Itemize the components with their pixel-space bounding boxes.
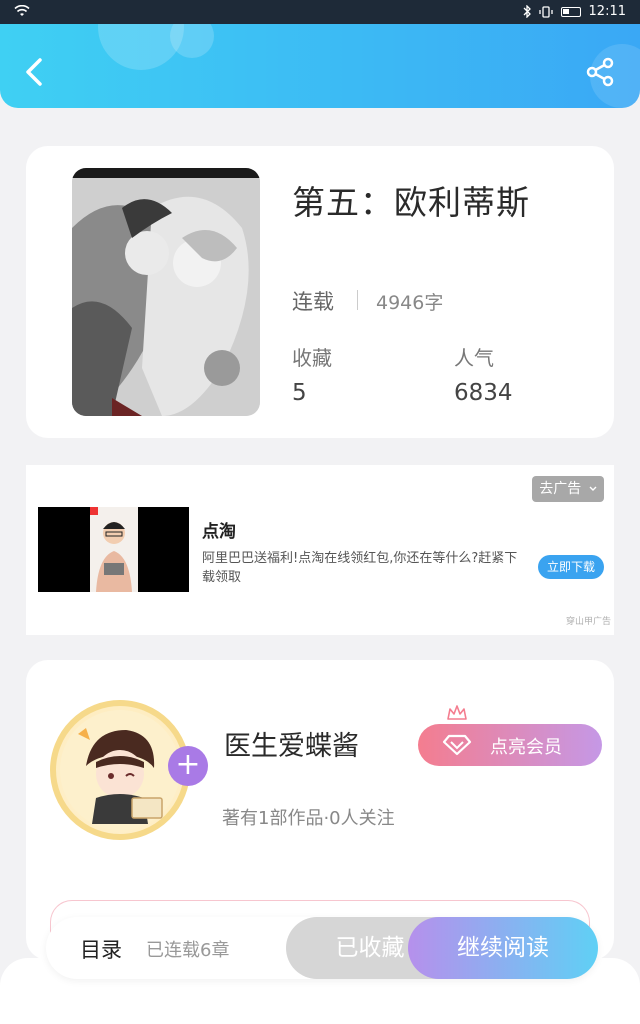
vip-button-label: 点亮会员 [490, 737, 562, 758]
status-time: 12:11 [588, 4, 626, 19]
toc-button[interactable]: 目录 [80, 934, 122, 964]
chapter-count: 已连载6章 [146, 940, 230, 961]
avatar-illustration [60, 710, 180, 830]
favorites-value: 5 [292, 380, 307, 406]
book-info-card: 第五：欧利蒂斯 连载 4946字 收藏 5 人气 6834 [26, 146, 614, 438]
vibrate-icon [538, 5, 553, 18]
status-bar: 12:11 [0, 0, 640, 24]
book-cover-image[interactable] [72, 168, 260, 416]
book-title: 第五：欧利蒂斯 [292, 183, 530, 222]
favorites-label: 收藏 [292, 346, 332, 370]
crown-icon [447, 705, 467, 720]
popularity-value: 6834 [454, 380, 513, 406]
divider [357, 290, 358, 310]
share-icon [586, 57, 614, 87]
author-stats: 著有1部作品·0人关注 [222, 808, 395, 829]
ad-video-frame [90, 507, 138, 592]
word-count: 4946字 [376, 292, 444, 314]
ad-banner[interactable]: 去广告 点淘 阿里巴巴送福利!点淘在线领红包,你还在等什么?赶紧下载领取 立即下… [26, 465, 614, 635]
chevron-down-icon [589, 486, 597, 491]
wifi-icon [14, 5, 30, 16]
follow-button[interactable]: + [168, 746, 208, 786]
header-bar [0, 24, 640, 108]
author-avatar[interactable]: + [50, 700, 208, 840]
bottom-action-bar: 目录 已连载6章 已收藏 继续阅读 [46, 917, 598, 979]
popularity-label: 人气 [454, 346, 494, 370]
chevron-left-icon [26, 58, 42, 86]
bluetooth-icon [523, 5, 531, 18]
author-card: + 医生爱蝶酱 著有1部作品·0人关注 点亮会员 [26, 660, 614, 960]
battery-icon [560, 6, 581, 17]
vip-button[interactable]: 点亮会员 [418, 705, 602, 766]
serial-status: 连载 [292, 290, 334, 314]
cover-illustration [72, 168, 260, 416]
ad-video-thumbnail[interactable] [38, 507, 189, 592]
plus-icon: + [175, 747, 201, 782]
ad-description: 阿里巴巴送福利!点淘在线领红包,你还在等什么?赶紧下载领取 [202, 551, 518, 585]
decor-bubble [170, 24, 214, 58]
ad-app-name: 点淘 [202, 522, 236, 542]
author-name[interactable]: 医生爱蝶酱 [224, 724, 359, 763]
share-button[interactable] [582, 54, 618, 90]
diamond-icon [442, 734, 472, 756]
continue-reading-button[interactable]: 继续阅读 [408, 917, 598, 979]
remove-ad-button[interactable]: 去广告 [532, 476, 604, 502]
ad-source-label: 穿山甲广告 [566, 617, 612, 627]
remove-ad-label: 去广告 [539, 481, 582, 497]
person-illustration [90, 507, 132, 592]
back-button[interactable] [18, 54, 54, 90]
status-bar-right: 12:11 [523, 4, 626, 19]
ad-download-button[interactable]: 立即下载 [538, 555, 604, 579]
